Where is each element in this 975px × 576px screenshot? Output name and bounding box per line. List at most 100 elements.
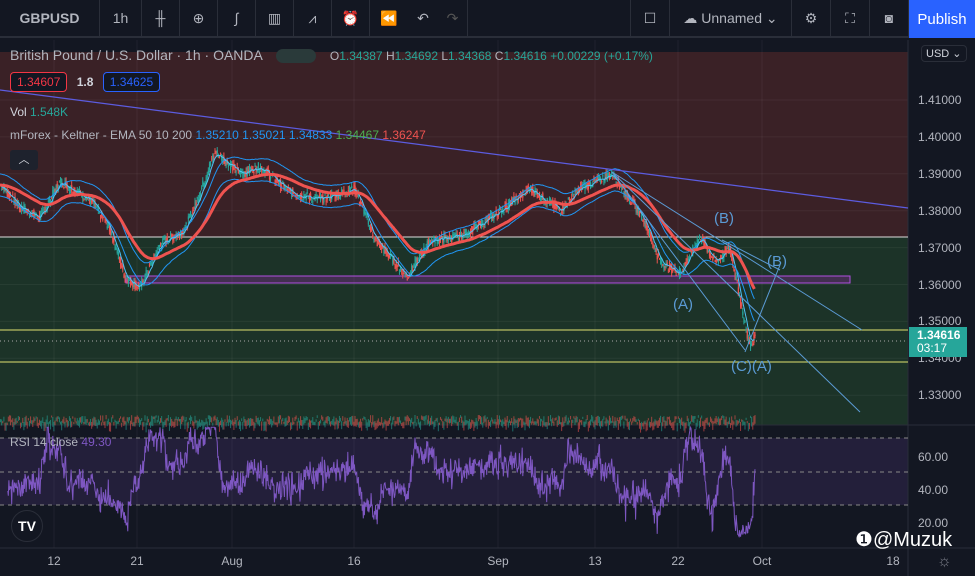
volume-bar xyxy=(527,417,529,427)
volume-bar xyxy=(684,422,686,433)
volume-bar xyxy=(278,415,280,424)
candle-body xyxy=(383,247,385,254)
candle-body xyxy=(600,177,602,183)
volume-bar xyxy=(662,417,664,427)
volume-bar xyxy=(113,421,115,426)
volume-bar xyxy=(515,420,517,423)
volume-bar xyxy=(46,415,48,424)
volume-bar xyxy=(82,416,84,423)
candle-body xyxy=(108,226,111,232)
candle-body xyxy=(111,234,113,236)
volume-bar xyxy=(545,422,547,427)
volume-bar xyxy=(647,418,649,421)
volume-bar xyxy=(153,416,155,420)
volume-bar xyxy=(707,422,709,426)
collapse-legend-button[interactable]: ︿ xyxy=(10,150,38,170)
volume-bar xyxy=(301,420,303,426)
camera-icon[interactable]: ◙ xyxy=(870,0,909,37)
redo-icon[interactable]: ↷ xyxy=(438,0,468,37)
gear-icon[interactable]: ⚙ xyxy=(792,0,831,37)
volume-bar xyxy=(188,417,190,421)
volume-bar xyxy=(685,422,687,429)
volume-bar xyxy=(754,415,756,424)
candle-body xyxy=(411,265,413,273)
tradingview-logo[interactable]: TV xyxy=(11,510,43,542)
candle-body xyxy=(742,311,744,315)
bar-chart-icon[interactable]: ▥ xyxy=(256,0,294,37)
publish-button[interactable]: Publish xyxy=(909,0,975,38)
volume-bar xyxy=(512,421,514,432)
interval-button[interactable]: 1h xyxy=(100,0,142,37)
volume-bar xyxy=(271,419,273,428)
volume-bar xyxy=(451,416,453,427)
volume-bar xyxy=(681,417,683,425)
undo-icon[interactable]: ↶ xyxy=(408,0,438,37)
volume-bar xyxy=(584,421,586,428)
fullscreen-icon[interactable]: ⛶ xyxy=(831,0,870,37)
alert-icon[interactable]: ⏰ xyxy=(332,0,370,37)
candle-body xyxy=(746,331,748,339)
volume-bar xyxy=(465,420,467,425)
currency-selector[interactable]: USD ⌄ xyxy=(921,45,967,62)
add-indicator-icon[interactable]: ⊕ xyxy=(180,0,218,37)
volume-bar xyxy=(586,415,588,420)
candle-body xyxy=(246,166,248,176)
candle-body xyxy=(375,238,377,240)
candles-icon[interactable]: ╫ xyxy=(142,0,180,37)
candle-body xyxy=(100,214,102,220)
square-icon[interactable]: ☐ xyxy=(630,0,670,37)
candle-body xyxy=(117,252,120,256)
sell-button[interactable]: 1.34607 xyxy=(10,72,68,92)
layout-menu[interactable]: ☁ Unnamed ⌄ xyxy=(670,0,792,37)
candle-body xyxy=(196,197,198,199)
settings-sun-icon[interactable]: ☼ xyxy=(937,553,952,571)
volume-bar xyxy=(394,420,396,427)
replay-icon[interactable]: ⏪ xyxy=(370,0,408,37)
volume-bar xyxy=(104,421,106,429)
volume-bar xyxy=(134,416,136,427)
volume-bar xyxy=(612,415,614,423)
candle-body xyxy=(754,334,756,336)
volume-bar xyxy=(261,421,263,431)
symbol-search[interactable]: GBPUSD xyxy=(0,0,100,37)
candle-body xyxy=(128,279,131,281)
volume-bar xyxy=(672,422,674,431)
volume-bar xyxy=(472,420,474,424)
volume-bar xyxy=(478,415,480,420)
candle-body xyxy=(664,269,666,271)
volume-bar xyxy=(28,420,30,427)
volume-bar xyxy=(596,415,598,426)
volume-bar xyxy=(316,415,318,418)
candle-body xyxy=(363,209,365,214)
volume-bar xyxy=(173,421,175,428)
volume-bar xyxy=(687,418,689,427)
candle-body xyxy=(721,256,723,258)
candle-body xyxy=(270,177,272,179)
volume-bar xyxy=(753,416,755,426)
volume-bar xyxy=(233,421,235,430)
candle-body xyxy=(572,192,574,196)
volume-bar xyxy=(228,415,230,423)
volume-bar xyxy=(1,419,3,426)
buy-button[interactable]: 1.34625 xyxy=(102,72,161,92)
volume-bar xyxy=(102,415,104,423)
h-label: H xyxy=(385,49,395,63)
volume-bar xyxy=(317,422,319,430)
volume-bar xyxy=(743,421,745,425)
candle-body xyxy=(662,264,664,266)
volume-bar xyxy=(593,421,595,428)
fx-icon[interactable]: ∫ xyxy=(218,0,256,37)
rsi-tick: 60.00 xyxy=(918,450,949,464)
price-chart[interactable] xyxy=(0,40,975,576)
candle-body xyxy=(212,155,214,161)
candle-body xyxy=(708,251,711,257)
volume-bar xyxy=(64,421,66,428)
bar-countdown: 03:17 xyxy=(917,341,948,355)
candle-body xyxy=(70,189,72,191)
volume-bar xyxy=(433,421,435,430)
volume-bar xyxy=(187,421,189,429)
candle-body xyxy=(687,258,690,261)
candle-body xyxy=(511,198,513,206)
compare-icon[interactable]: ⩘ xyxy=(294,0,332,37)
volume-bar xyxy=(721,416,723,421)
